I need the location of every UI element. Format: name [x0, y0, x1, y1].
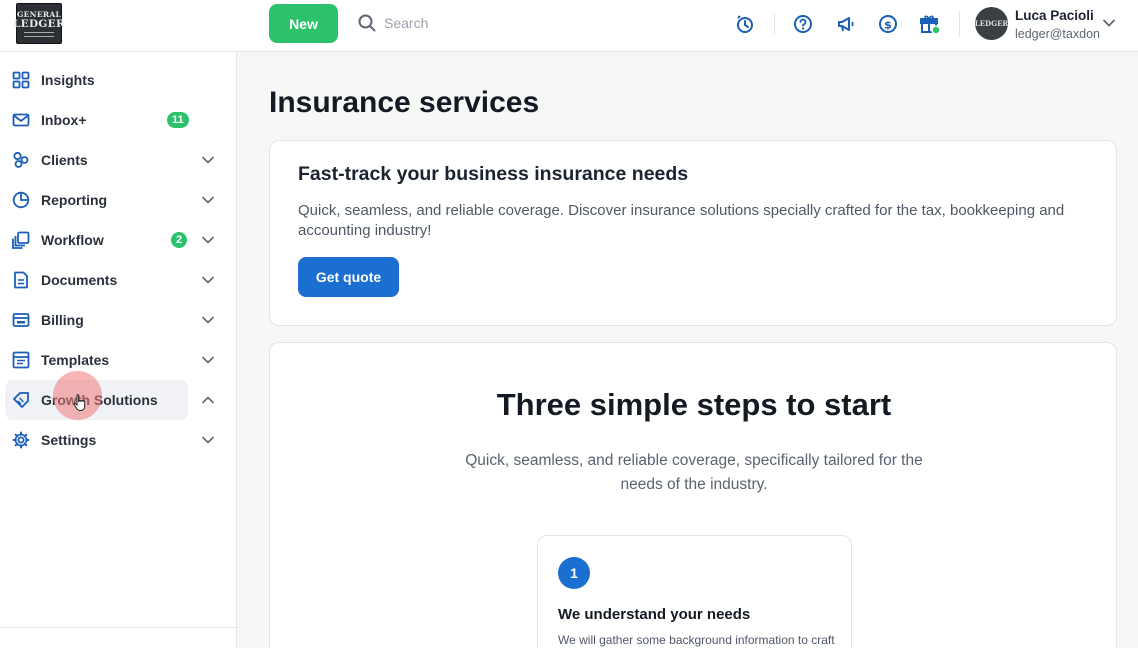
divider — [774, 14, 775, 34]
user-name[interactable]: Luca Pacioli — [1015, 8, 1094, 23]
divider — [959, 10, 960, 38]
page-title: Insurance services — [269, 86, 540, 119]
inbox-count-badge: 11 — [167, 112, 189, 128]
timer-icon[interactable] — [734, 13, 756, 35]
clients-icon — [13, 151, 29, 168]
megaphone-icon[interactable] — [835, 13, 857, 35]
promo-description: Quick, seamless, and reliable coverage. … — [298, 202, 1065, 239]
sidebar-item-label: Billing — [41, 312, 84, 328]
user-email[interactable]: ledger@taxdon — [1015, 27, 1100, 41]
step-card: 1 We understand your needs We will gathe… — [537, 535, 852, 648]
svg-text:$: $ — [884, 18, 892, 31]
chevron-down-icon[interactable] — [201, 433, 215, 447]
mail-icon — [12, 113, 30, 127]
sidebar-item-label: Clients — [41, 152, 88, 168]
steps-heading: Three simple steps to start — [496, 387, 892, 422]
promo-heading: Fast-track your business insurance needs — [298, 163, 689, 185]
steps-subtitle: Quick, seamless, and reliable coverage, … — [465, 452, 923, 493]
template-icon — [12, 351, 30, 369]
insurance-promo-card: Fast-track your business insurance needs… — [269, 140, 1117, 326]
gear-icon — [12, 431, 30, 449]
sidebar-item-insights[interactable]: Insights — [5, 60, 188, 100]
chevron-down-icon[interactable] — [1102, 16, 1116, 35]
sidebar: Insights Inbox+ 11 Clients Reporting Wor… — [0, 52, 237, 648]
sidebar-item-inbox[interactable]: Inbox+ 11 — [5, 100, 189, 140]
search-bar[interactable] — [358, 14, 584, 32]
sidebar-item-settings[interactable]: Settings — [5, 420, 188, 460]
search-icon — [358, 14, 376, 32]
avatar[interactable]: LEDGER — [975, 7, 1008, 40]
sidebar-item-documents[interactable]: Documents — [5, 260, 188, 300]
chevron-down-icon[interactable] — [201, 153, 215, 167]
sidebar-item-label: Inbox+ — [41, 112, 87, 128]
top-bar: GENERAL LEDGER New $ LEDGER Luca Pacioli… — [0, 0, 1138, 52]
divider — [0, 627, 236, 628]
pie-chart-icon — [12, 191, 30, 209]
sidebar-item-reporting[interactable]: Reporting — [5, 180, 188, 220]
help-icon[interactable] — [792, 13, 814, 35]
sidebar-item-label: Documents — [41, 272, 118, 288]
sidebar-item-label: Settings — [41, 432, 97, 448]
sidebar-item-templates[interactable]: Templates — [5, 340, 188, 380]
chevron-up-icon[interactable] — [201, 393, 215, 407]
sidebar-item-label: Reporting — [41, 192, 108, 208]
document-icon — [14, 271, 28, 289]
step-description: We will gather some background informati… — [558, 633, 835, 647]
sidebar-item-clients[interactable]: Clients — [5, 140, 188, 180]
dollar-icon[interactable]: $ — [877, 13, 899, 35]
get-quote-button[interactable]: Get quote — [298, 257, 399, 297]
workflow-icon — [12, 231, 30, 249]
sidebar-item-label: Insights — [41, 72, 95, 88]
chevron-down-icon[interactable] — [201, 353, 215, 367]
sidebar-item-label: Templates — [41, 352, 110, 368]
step-number-badge: 1 — [558, 557, 590, 589]
chevron-down-icon[interactable] — [201, 233, 215, 247]
gift-icon[interactable] — [919, 13, 941, 35]
chevron-down-icon[interactable] — [201, 273, 215, 287]
chevron-down-icon[interactable] — [201, 313, 215, 327]
new-button[interactable]: New — [269, 4, 338, 43]
steps-section-card: Three simple steps to start Quick, seaml… — [269, 342, 1117, 648]
hand-pointer-icon — [73, 394, 86, 411]
workflow-count-badge: 2 — [171, 232, 188, 248]
growth-icon — [13, 392, 29, 408]
grid-icon — [12, 71, 30, 89]
chevron-down-icon[interactable] — [201, 193, 215, 207]
billing-icon — [12, 313, 30, 327]
company-logo[interactable]: GENERAL LEDGER — [13, 3, 65, 44]
sidebar-item-billing[interactable]: Billing — [5, 300, 188, 340]
search-input[interactable] — [384, 15, 584, 31]
step-title: We understand your needs — [558, 606, 751, 623]
sidebar-item-label: Workflow — [41, 232, 104, 248]
sidebar-item-workflow[interactable]: Workflow 2 — [5, 220, 188, 260]
